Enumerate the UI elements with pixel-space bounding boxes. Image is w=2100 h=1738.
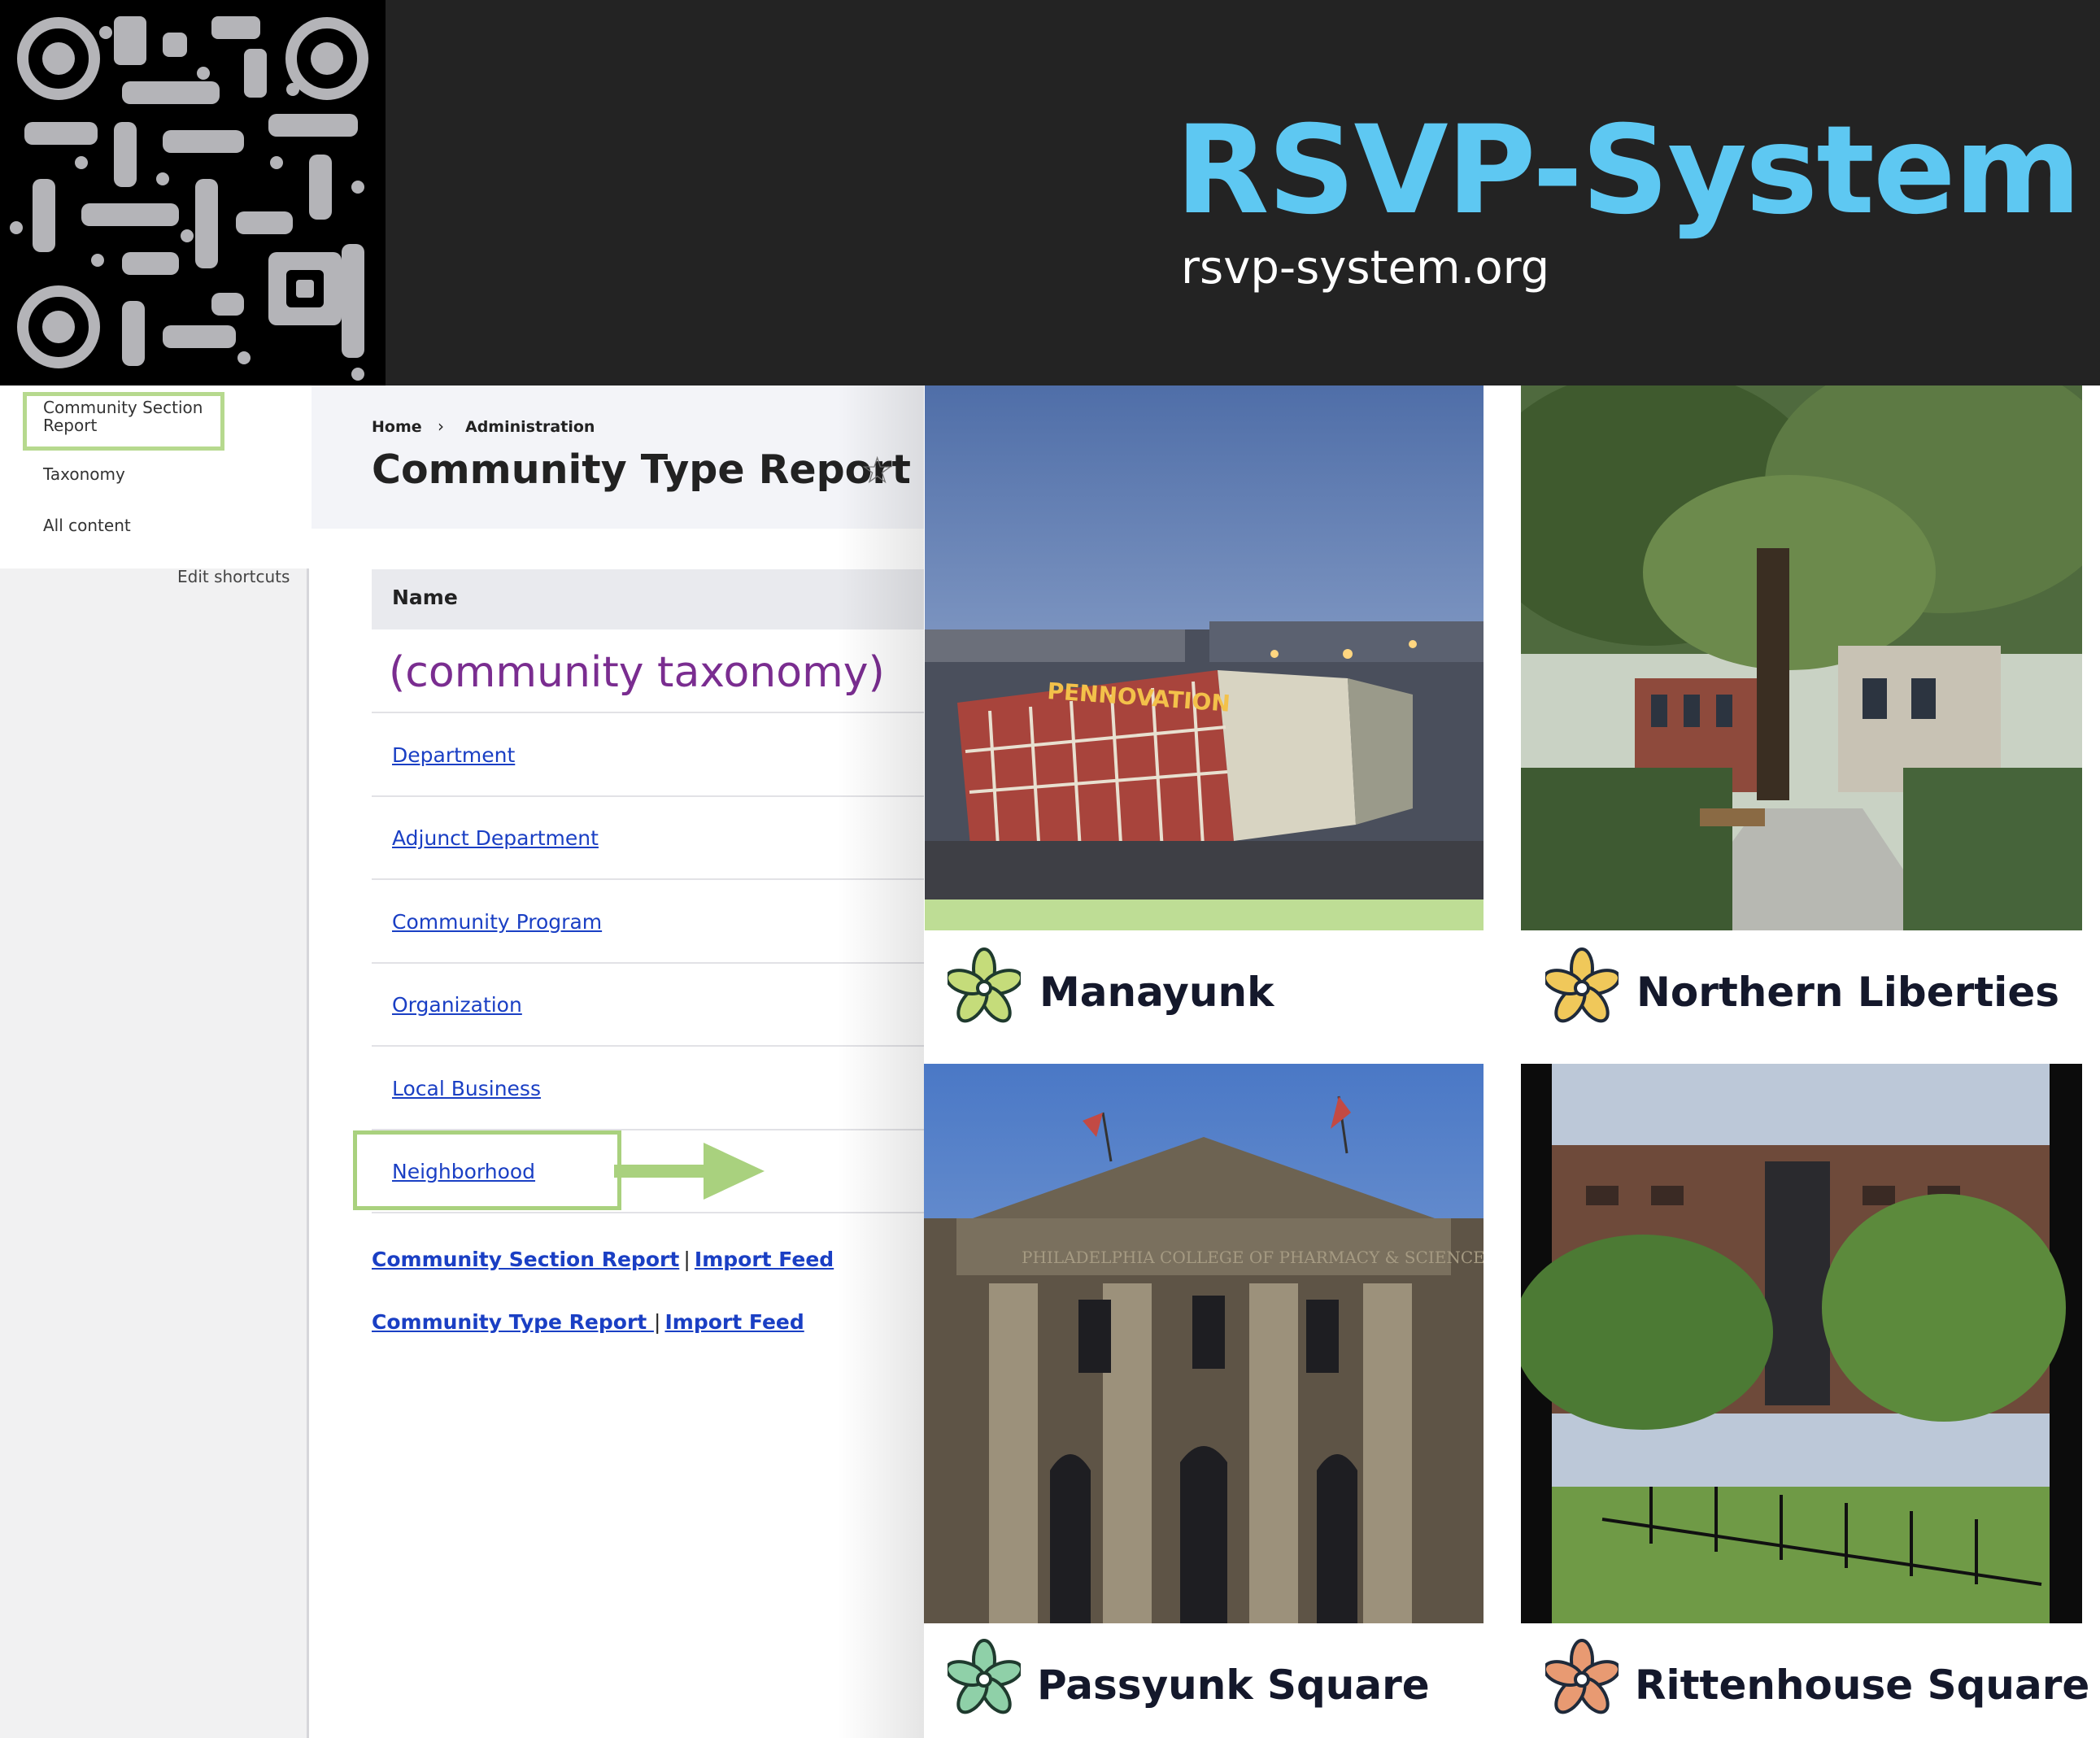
manayunk-highlight-bar	[925, 899, 1484, 930]
term-link-department[interactable]: Department	[392, 743, 515, 768]
community-type-report-link[interactable]: Community Type Report	[372, 1310, 654, 1334]
term-link-adjunct-department[interactable]: Adjunct Department	[392, 826, 599, 851]
brand-url: rsvp-system.org	[1181, 242, 1550, 294]
neighborhood-title-northern-liberties[interactable]: Northern Liberties	[1636, 968, 2059, 1017]
qr-code	[0, 0, 386, 385]
sidebar-item-taxonomy[interactable]: Taxonomy	[43, 465, 125, 483]
college-inscription: PHILADELPHIA COLLEGE OF PHARMACY & SCIEN…	[1022, 1248, 1484, 1267]
breadcrumb-separator-icon: ›	[438, 416, 444, 436]
import-feed-link[interactable]: Import Feed	[664, 1310, 804, 1334]
import-feed-link[interactable]: Import Feed	[695, 1248, 834, 1271]
rittenhouse-square-flower-icon	[1545, 1639, 1619, 1720]
sidebar-item-all-content[interactable]: All content	[43, 516, 131, 534]
neighborhood-title-passyunk-square[interactable]: Passyunk Square	[1037, 1661, 1430, 1710]
right-arrow-icon	[614, 1139, 769, 1204]
breadcrumb-home[interactable]: Home	[372, 418, 422, 436]
northern-liberties-photo	[1521, 385, 2082, 930]
admin-sidebar	[0, 385, 309, 1738]
taxonomy-annotation: (community taxonomy)	[389, 648, 885, 697]
column-header-name[interactable]: Name	[392, 586, 458, 609]
neighborhood-title-rittenhouse-square[interactable]: Rittenhouse Square	[1635, 1661, 2089, 1710]
panel-shadow	[838, 385, 924, 1738]
manayunk-flower-icon	[948, 947, 1021, 1029]
link-separator: |	[683, 1248, 691, 1271]
manayunk-photo: PENNOVATION	[925, 385, 1484, 899]
breadcrumb-administration[interactable]: Administration	[465, 418, 595, 436]
community-section-report-link[interactable]: Community Section Report	[372, 1248, 679, 1271]
rittenhouse-square-photo	[1521, 1064, 2082, 1623]
footer-links-row: Community Type Report | Import Feed	[372, 1309, 804, 1335]
passyunk-square-flower-icon	[948, 1639, 1021, 1720]
passyunk-square-photo: PHILADELPHIA COLLEGE OF PHARMACY & SCIEN…	[924, 1064, 1484, 1623]
neighborhood-title-manayunk[interactable]: Manayunk	[1039, 968, 1274, 1017]
page-title: Community Type Report	[372, 446, 911, 493]
northern-liberties-flower-icon	[1545, 947, 1619, 1029]
term-link-organization[interactable]: Organization	[392, 993, 522, 1017]
neighborhood-highlight-box	[353, 1130, 621, 1210]
link-separator: |	[653, 1310, 661, 1334]
term-link-community-program[interactable]: Community Program	[392, 910, 602, 934]
sidebar-item-community-section-report[interactable]: Community Section Report	[43, 399, 222, 434]
edit-shortcuts-link[interactable]: Edit shortcuts	[177, 568, 290, 586]
term-link-local-business[interactable]: Local Business	[392, 1077, 541, 1101]
brand-title: RSVP-System	[1175, 100, 2081, 242]
footer-links-row: Community Section Report | Import Feed	[372, 1247, 834, 1273]
qr-code-graphic	[0, 0, 386, 385]
